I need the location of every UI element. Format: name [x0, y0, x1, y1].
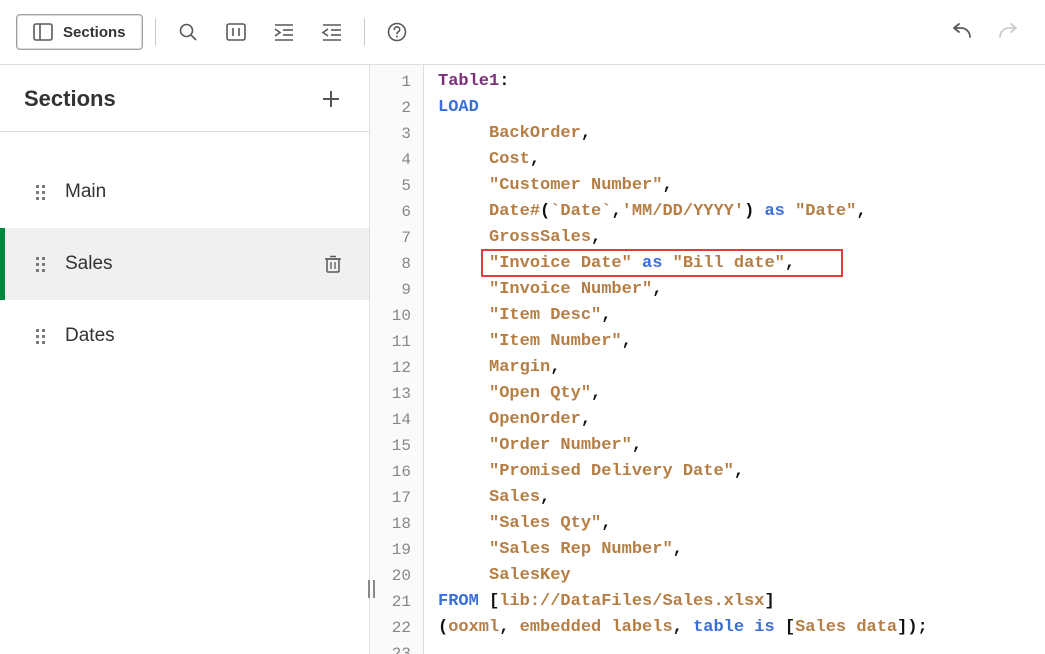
section-label: Dates — [65, 325, 345, 347]
outdent-icon — [321, 23, 343, 41]
drag-handle-icon[interactable] — [36, 185, 45, 200]
code-line[interactable]: SalesKey — [438, 563, 1045, 589]
line-number: 16 — [370, 459, 411, 485]
panel-icon — [33, 23, 53, 41]
code-line[interactable]: Cost, — [438, 147, 1045, 173]
code-line[interactable]: "Order Number", — [438, 433, 1045, 459]
line-number: 13 — [370, 381, 411, 407]
code-line[interactable]: "Invoice Date" as "Bill date", — [438, 251, 1045, 277]
line-number: 17 — [370, 485, 411, 511]
sidebar-resize-handle[interactable] — [368, 580, 375, 598]
code-line[interactable]: Table1: — [438, 69, 1045, 95]
sidebar: Sections Main Sales Dates — [0, 65, 370, 654]
code-line[interactable]: FROM [lib://DataFiles/Sales.xlsx] — [438, 589, 1045, 615]
code-line[interactable]: (ooxml, embedded labels, table is [Sales… — [438, 615, 1045, 641]
search-icon — [178, 22, 198, 42]
drag-handle-icon[interactable] — [36, 329, 45, 344]
drag-handle-icon[interactable] — [36, 257, 45, 272]
code-line[interactable]: BackOrder, — [438, 121, 1045, 147]
outdent-button[interactable] — [312, 12, 352, 52]
sidebar-title: Sections — [24, 86, 116, 112]
line-number: 15 — [370, 433, 411, 459]
line-number: 8 — [370, 251, 411, 277]
code-line[interactable] — [438, 641, 1045, 654]
code-line[interactable]: "Promised Delivery Date", — [438, 459, 1045, 485]
toolbar-divider — [364, 18, 365, 46]
code-line[interactable]: "Invoice Number", — [438, 277, 1045, 303]
sections-toggle-label: Sections — [63, 24, 126, 41]
code-editor[interactable]: 1234567891011121314151617181920212223 Ta… — [370, 65, 1045, 654]
sidebar-item-sales[interactable]: Sales — [0, 228, 369, 300]
line-number: 12 — [370, 355, 411, 381]
line-number-gutter: 1234567891011121314151617181920212223 — [370, 65, 424, 654]
toolbar-divider — [155, 18, 156, 46]
code-line[interactable]: LOAD — [438, 95, 1045, 121]
line-number: 14 — [370, 407, 411, 433]
redo-button[interactable] — [989, 12, 1029, 52]
code-line[interactable]: GrossSales, — [438, 225, 1045, 251]
line-number: 11 — [370, 329, 411, 355]
search-button[interactable] — [168, 12, 208, 52]
line-number: 10 — [370, 303, 411, 329]
section-label: Main — [65, 181, 345, 203]
line-number: 6 — [370, 199, 411, 225]
undo-icon — [949, 23, 973, 41]
line-number: 21 — [370, 589, 411, 615]
delete-section-button[interactable] — [321, 252, 345, 276]
line-number: 9 — [370, 277, 411, 303]
plus-icon — [320, 88, 342, 110]
sidebar-item-main[interactable]: Main — [0, 156, 369, 228]
sections-toggle-button[interactable]: Sections — [16, 14, 143, 50]
line-number: 18 — [370, 511, 411, 537]
line-number: 3 — [370, 121, 411, 147]
code-line[interactable]: Date#(`Date`,'MM/DD/YYYY') as "Date", — [438, 199, 1045, 225]
line-number: 2 — [370, 95, 411, 121]
code-area[interactable]: Table1:LOAD BackOrder, Cost, "Customer N… — [424, 65, 1045, 654]
code-line[interactable]: Sales, — [438, 485, 1045, 511]
code-line[interactable]: "Sales Rep Number", — [438, 537, 1045, 563]
code-line[interactable]: Margin, — [438, 355, 1045, 381]
sidebar-item-dates[interactable]: Dates — [0, 300, 369, 372]
code-line[interactable]: "Sales Qty", — [438, 511, 1045, 537]
line-number: 4 — [370, 147, 411, 173]
code-line[interactable]: "Customer Number", — [438, 173, 1045, 199]
undo-button[interactable] — [941, 12, 981, 52]
sidebar-header: Sections — [0, 65, 369, 132]
line-number: 23 — [370, 641, 411, 654]
help-icon — [387, 22, 407, 42]
line-number: 19 — [370, 537, 411, 563]
indent-button[interactable] — [264, 12, 304, 52]
section-label: Sales — [65, 253, 301, 275]
line-number: 1 — [370, 69, 411, 95]
comment-button[interactable] — [216, 12, 256, 52]
add-section-button[interactable] — [317, 85, 345, 113]
trash-icon — [324, 254, 342, 274]
code-line[interactable]: "Item Desc", — [438, 303, 1045, 329]
section-list: Main Sales Dates — [0, 132, 369, 372]
line-number: 7 — [370, 225, 411, 251]
code-line[interactable]: "Item Number", — [438, 329, 1045, 355]
top-toolbar: Sections — [0, 0, 1045, 64]
code-line[interactable]: OpenOrder, — [438, 407, 1045, 433]
help-button[interactable] — [377, 12, 417, 52]
code-line[interactable]: "Open Qty", — [438, 381, 1045, 407]
comment-icon — [225, 22, 247, 42]
line-number: 20 — [370, 563, 411, 589]
line-number: 22 — [370, 615, 411, 641]
line-number: 5 — [370, 173, 411, 199]
redo-icon — [997, 23, 1021, 41]
indent-icon — [273, 23, 295, 41]
